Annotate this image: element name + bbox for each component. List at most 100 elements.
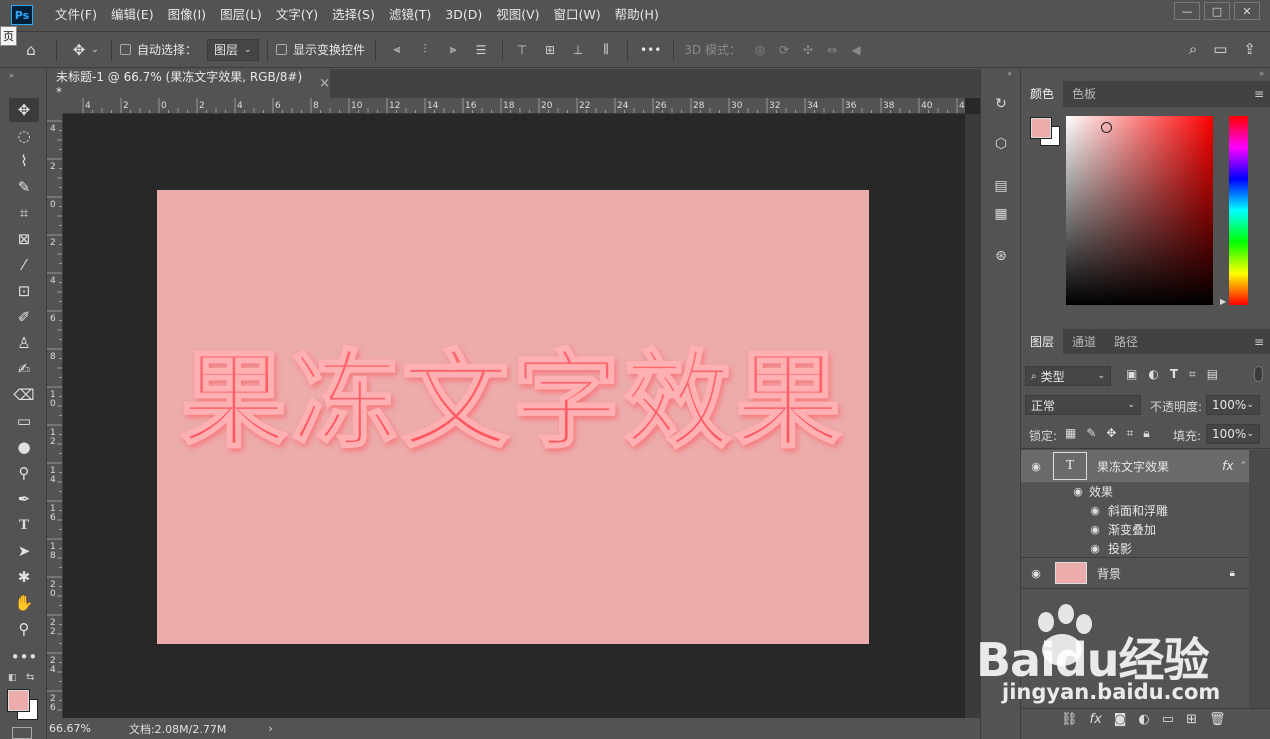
trash-icon[interactable]: 🗑︎ [1209, 712, 1226, 727]
move-tool-icon[interactable]: ✥ [69, 41, 89, 59]
path-select-tool-icon[interactable]: ➤ [9, 539, 39, 563]
fx-icon[interactable]: fx [1222, 459, 1233, 473]
layer-filter-dropdown[interactable]: ⌕ 类型 ⌄ [1025, 366, 1111, 386]
eye-icon[interactable]: ◉ [1088, 542, 1102, 555]
close-window-button[interactable]: ✕ [1234, 2, 1260, 20]
orbit-3d-icon[interactable]: ◎ [753, 43, 767, 57]
minimize-button[interactable]: — [1174, 2, 1200, 20]
align-bottom-icon[interactable]: ⊥ [571, 43, 585, 57]
shape-tool-icon[interactable]: ✱ [9, 565, 39, 589]
lock-position-icon[interactable]: ✥ [1106, 426, 1116, 441]
close-tab-icon[interactable]: × [319, 76, 330, 91]
new-layer-icon[interactable]: ⊞ [1186, 712, 1197, 727]
filter-toggle[interactable] [1254, 366, 1263, 382]
swap-colors-icon[interactable]: ⇆ [26, 672, 34, 683]
panel-menu-icon[interactable]: ≡ [1254, 335, 1264, 349]
zoom-level[interactable]: 66.67% [49, 722, 91, 735]
frame-tool-icon[interactable]: ⊠ [9, 227, 39, 251]
lock-pixels-icon[interactable]: ✎ [1086, 426, 1096, 441]
layer-row-background[interactable]: ◉ 背景 🔒︎ [1021, 558, 1249, 588]
lasso-tool-icon[interactable]: ⌇ [9, 149, 39, 173]
document-canvas[interactable]: 果冻文字效果 [157, 190, 869, 644]
move-tool-icon[interactable]: ✥ [9, 98, 39, 122]
quick-select-tool-icon[interactable]: ✎ [9, 175, 39, 199]
menu-select[interactable]: 选择(S) [325, 0, 382, 30]
stamp-tool-icon[interactable]: ♙ [9, 331, 39, 355]
checkbox-icon[interactable] [120, 44, 131, 55]
fx-icon[interactable]: fx [1090, 712, 1102, 727]
collapse-icon[interactable]: » [9, 71, 14, 80]
search-icon[interactable]: ⌕ [1189, 40, 1197, 58]
tab-paths[interactable]: 路径 [1105, 329, 1147, 355]
pen-tool-icon[interactable]: ✒ [9, 487, 39, 511]
eye-icon[interactable]: ◉ [1088, 504, 1102, 517]
notes-icon[interactable]: ▦ [990, 203, 1012, 225]
fill-field[interactable]: 100% ⌄ [1206, 424, 1260, 444]
adjustment-icon[interactable]: ◐ [1138, 712, 1149, 727]
vertical-scrollbar[interactable] [965, 114, 980, 718]
menu-type[interactable]: 文字(Y) [269, 0, 325, 30]
tab-layers[interactable]: 图层 [1021, 329, 1064, 355]
workspace-icon[interactable]: ▭ [1213, 40, 1227, 58]
brush-tool-icon[interactable]: ✐ [9, 305, 39, 329]
layers-scrollbar[interactable] [1249, 450, 1270, 708]
eye-icon[interactable]: ◉ [1029, 460, 1043, 473]
pan-3d-icon[interactable]: ✣ [801, 43, 815, 57]
tab-channels[interactable]: 通道 [1063, 329, 1105, 355]
filter-type-icon[interactable]: T [1170, 367, 1178, 382]
ruler-origin[interactable] [47, 98, 63, 114]
history-brush-tool-icon[interactable]: ✍ [9, 357, 39, 381]
share-icon[interactable]: ⇪ [1243, 40, 1256, 58]
default-colors-icon[interactable]: ◧ [8, 673, 17, 683]
lock-transparency-icon[interactable]: ▦ [1065, 426, 1076, 441]
menu-filter[interactable]: 滤镜(T) [382, 0, 438, 30]
more-options-button[interactable]: ••• [640, 43, 661, 57]
marquee-tool-icon[interactable]: ◌ [9, 124, 39, 148]
camera-3d-icon[interactable]: ◀ [849, 43, 863, 57]
panel-menu-icon[interactable]: ≡ [1254, 87, 1264, 101]
status-arrow[interactable]: › [268, 722, 272, 735]
eyedropper-tool-icon[interactable]: ⁄ [9, 253, 39, 277]
filter-shape-icon[interactable]: ⌗ [1189, 367, 1196, 382]
hue-slider-handle[interactable]: ▶ [1220, 297, 1226, 306]
tab-swatches[interactable]: 色板 [1063, 81, 1105, 107]
foreground-color-swatch[interactable] [7, 689, 30, 712]
layer-row-text[interactable]: ◉ T 果冻文字效果 fx ⌃ [1021, 450, 1249, 482]
filter-smart-icon[interactable]: ▤ [1207, 367, 1218, 382]
roll-3d-icon[interactable]: ⟳ [777, 43, 791, 57]
chevron-down-icon[interactable]: ⌄ [89, 45, 101, 55]
dodge-tool-icon[interactable]: ⚲ [9, 461, 39, 485]
chevron-up-icon[interactable]: ⌃ [1239, 461, 1247, 471]
menu-3d[interactable]: 3D(D) [438, 0, 489, 30]
collapse-icon[interactable]: « [1007, 69, 1012, 78]
history-icon[interactable]: ↻ [990, 93, 1012, 115]
home-icon[interactable]: ⌂ [16, 41, 46, 59]
menu-file[interactable]: 文件(F) [48, 0, 104, 30]
gradient-tool-icon[interactable]: ▭ [9, 409, 39, 433]
align-right-icon[interactable]: ⫸ [446, 42, 460, 57]
effect-row-bevel[interactable]: ◉ 斜面和浮雕 [1021, 501, 1249, 520]
filter-pixel-icon[interactable]: ▣ [1126, 367, 1137, 382]
folder-icon[interactable]: ▭ [1162, 712, 1174, 727]
menu-edit[interactable]: 编辑(E) [104, 0, 161, 30]
effect-row-shadow[interactable]: ◉ 投影 [1021, 539, 1249, 558]
menu-layer[interactable]: 图层(L) [213, 0, 269, 30]
blend-mode-dropdown[interactable]: 正常 ⌄ [1025, 395, 1141, 415]
effects-row[interactable]: ◉ 效果 [1021, 482, 1249, 501]
crop-tool-icon[interactable]: ⌗ [9, 201, 39, 225]
auto-select-dropdown[interactable]: 图层 ⌄ [207, 38, 260, 61]
menu-window[interactable]: 窗口(W) [547, 0, 608, 30]
healing-tool-icon[interactable]: ⊡ [9, 279, 39, 303]
maximize-button[interactable]: □ [1204, 2, 1230, 20]
blur-tool-icon[interactable]: ● [9, 435, 39, 459]
adjustments-icon[interactable]: ⊛ [990, 245, 1012, 267]
eye-icon[interactable]: ◉ [1088, 523, 1102, 536]
distribute-vertical-icon[interactable]: ⫼ [599, 42, 613, 57]
color-foreground-swatch[interactable] [1030, 117, 1052, 139]
eraser-tool-icon[interactable]: ⌫ [9, 383, 39, 407]
eye-icon[interactable]: ◉ [1071, 485, 1085, 498]
hand-tool-icon[interactable]: ✋ [9, 591, 39, 615]
filter-adjustment-icon[interactable]: ◐ [1148, 367, 1158, 382]
expand-icon[interactable]: » [1259, 69, 1264, 78]
mask-icon[interactable]: ◙ [1114, 712, 1127, 727]
